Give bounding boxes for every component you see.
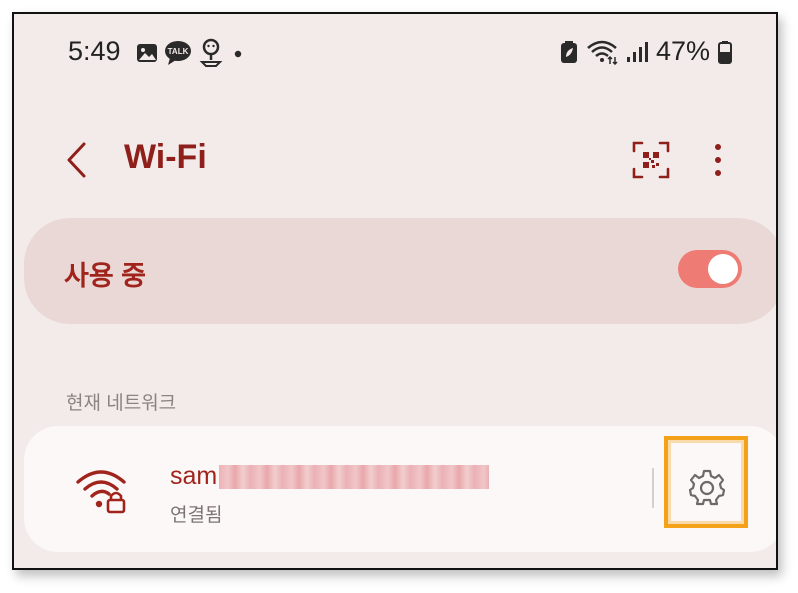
dot-icon [234, 50, 242, 58]
image-icon [137, 44, 157, 62]
status-notification-icons: TALK [136, 38, 246, 68]
chevron-left-icon [67, 142, 86, 178]
switch-knob [708, 254, 738, 284]
battery-icon [718, 40, 732, 64]
network-name-text: sam [170, 462, 218, 490]
more-options-button[interactable] [710, 142, 726, 178]
wifi-signal-icon [587, 40, 618, 65]
wifi-locked-icon [76, 470, 126, 514]
redacted-network-name [219, 464, 490, 489]
gear-icon [688, 469, 726, 506]
connected-network-item[interactable]: sam 연결됨 [24, 426, 776, 552]
page-title: Wi-Fi [124, 138, 207, 176]
phone-screen: 5:49 TALK 47% Wi-Fi 사용 중 현재 네트워크 sam 연결됨 [12, 12, 778, 570]
wifi-toggle-switch[interactable] [678, 250, 742, 288]
status-time: 5:49 [68, 36, 121, 66]
network-name: sam [170, 462, 490, 491]
location-pin-icon [199, 38, 223, 67]
status-bar: 5:49 TALK 47% [14, 14, 776, 84]
item-divider [652, 468, 654, 508]
qr-scan-button[interactable] [632, 141, 670, 179]
status-system-icons: 47% [560, 36, 732, 67]
wifi-toggle-card[interactable]: 사용 중 [24, 218, 776, 324]
battery-saver-icon [560, 40, 577, 63]
network-status: 연결됨 [170, 505, 223, 526]
back-button[interactable] [62, 140, 92, 180]
talk-icon-label: TALK [168, 47, 189, 56]
wifi-toggle-label: 사용 중 [64, 261, 147, 291]
current-network-header: 현재 네트워크 [66, 393, 177, 414]
app-header: Wi-Fi [14, 134, 776, 194]
battery-percentage: 47% [655, 36, 710, 66]
network-settings-button[interactable] [688, 468, 726, 506]
talk-icon: TALK [165, 41, 191, 65]
cell-signal-icon [626, 41, 648, 62]
more-vertical-icon [715, 144, 721, 176]
